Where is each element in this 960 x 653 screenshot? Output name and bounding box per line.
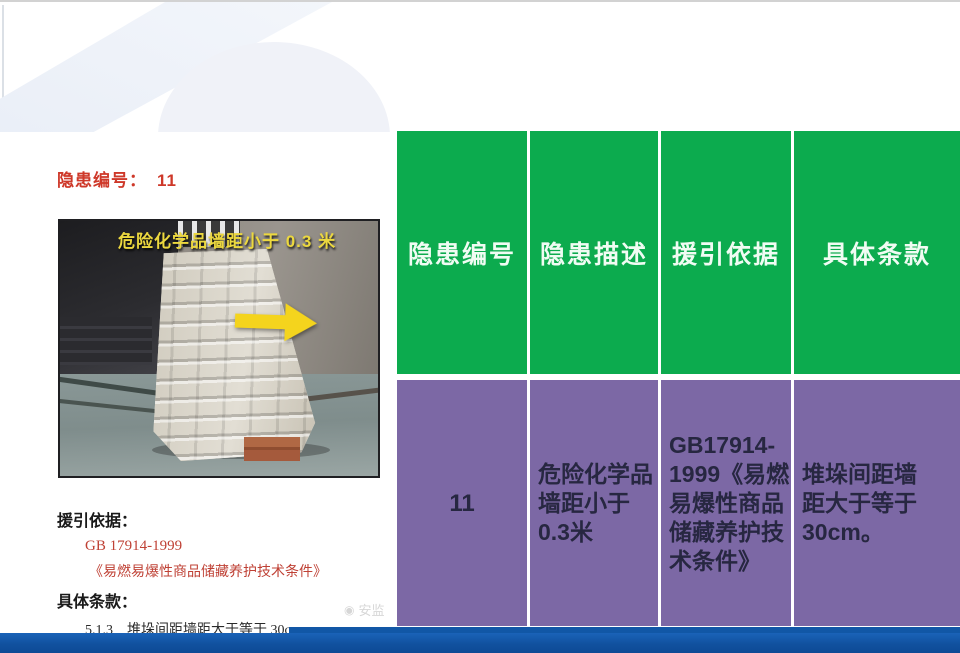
- photo-brick-support: [244, 437, 300, 461]
- table-header-specific-clause: 具体条款: [794, 131, 960, 374]
- table-header-hazard-description: 隐患描述: [530, 131, 658, 374]
- watermark-logo-icon: ◉: [344, 603, 354, 617]
- table-cell-reference-basis: GB17914- 1999《易燃 易爆性商品 储藏养护技 术条件》: [661, 380, 791, 626]
- hazard-table: 隐患编号 隐患描述 援引依据 具体条款 11 危险化学品 墙距小于 0.3米 G…: [397, 131, 960, 626]
- hazard-label-text: 隐患编号：: [57, 171, 147, 190]
- hazard-number-label: 隐患编号： 11: [57, 166, 177, 191]
- table-header-hazard-number: 隐患编号: [397, 131, 527, 374]
- bottom-bar: [0, 633, 960, 653]
- arrow-right-icon: [234, 302, 319, 343]
- slide: 隐患编号： 11 危险化学品墙距小于 0.3 米 援引依据： GB 17914-1…: [0, 0, 960, 653]
- hazard-photo: 危险化学品墙距小于 0.3 米: [58, 219, 380, 478]
- table-header-reference-basis: 援引依据: [661, 131, 791, 374]
- standard-code: GB 17914-1999: [85, 538, 392, 555]
- reference-block: 援引依据： GB 17914-1999 《易燃易爆性商品储藏养护技术条件》 具体…: [57, 507, 392, 639]
- watermark-text: 安监: [358, 600, 384, 619]
- basis-label: 援引依据：: [57, 507, 392, 531]
- arrow-shaft: [235, 314, 285, 330]
- table-cell-hazard-number: 11: [397, 380, 527, 626]
- arrow-head: [284, 303, 317, 342]
- table-cell-specific-clause: 堆垛间距墙 距大于等于 30cm。: [794, 380, 960, 626]
- top-left-decoration: [0, 2, 400, 132]
- watermark: ◉ 安监: [344, 600, 385, 619]
- table-cell-hazard-description: 危险化学品 墙距小于 0.3米: [530, 380, 658, 626]
- photo-caption: 危险化学品墙距小于 0.3 米: [118, 227, 336, 252]
- standard-name: 《易燃易爆性商品储藏养护技术条件》: [89, 561, 392, 581]
- hazard-number-value: 11: [157, 171, 177, 190]
- clause-label: 具体条款：: [57, 588, 392, 612]
- photo-shelf-shadow: [60, 317, 152, 365]
